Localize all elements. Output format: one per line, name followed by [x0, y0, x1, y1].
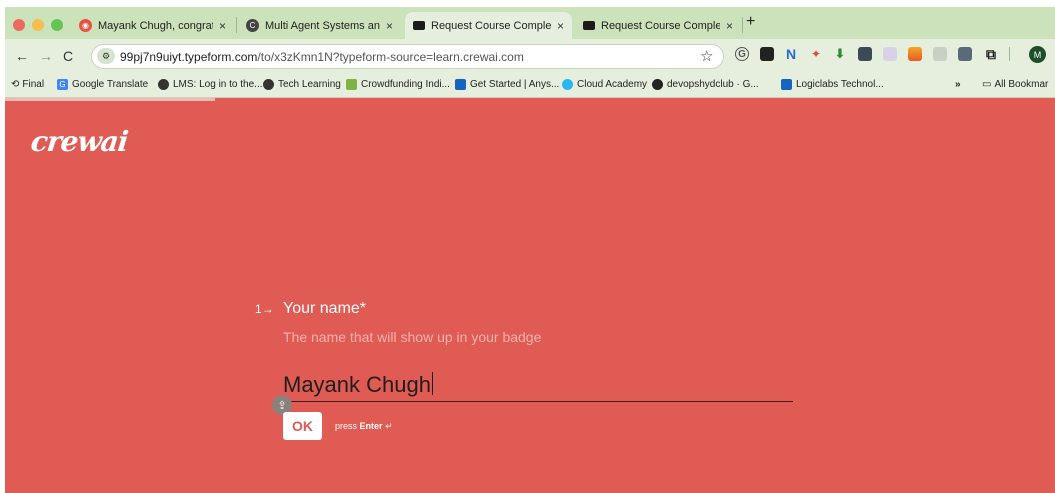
maximize-window-button[interactable]	[51, 19, 63, 31]
extension-megaphone-icon[interactable]: ✦	[809, 47, 823, 61]
tab-close-icon[interactable]: ×	[386, 19, 393, 33]
hint-enter-key: Enter	[359, 421, 383, 431]
folder-icon: ▭	[982, 79, 992, 90]
ok-button[interactable]: OK	[283, 412, 322, 440]
extension-grey-icon[interactable]	[933, 47, 947, 61]
bookmark-logiclabs[interactable]: Logiclabs Technol...	[781, 79, 884, 90]
bookmark-label: Crowdfunding Indi...	[361, 79, 450, 90]
extension-grammar-icon[interactable]: G	[735, 47, 749, 61]
question-number: 1→	[255, 302, 274, 316]
browser-window: ◉ Mayank Chugh, congratulatio × C Multi …	[5, 0, 1055, 493]
bookmark-anys[interactable]: Get Started | Anys...	[455, 79, 559, 90]
tab-title: Mayank Chugh, congratulatio	[98, 19, 213, 32]
bookmark-tech-learning[interactable]: Tech Learning	[263, 79, 341, 90]
url-host: 99pj7n9uiyt.typeform.com	[120, 50, 258, 64]
extension-dark-icon[interactable]	[858, 47, 872, 61]
tab-request-course-completion[interactable]: Request Course Completion ×	[575, 12, 741, 39]
return-key-icon: ↵	[385, 421, 393, 431]
tab-favicon-icon: ◉	[79, 19, 92, 32]
tab-divider	[742, 17, 743, 33]
tab-title: Request Course Completion	[431, 19, 551, 32]
question-title: Your name*	[283, 300, 367, 317]
tab-title: Multi Agent Systems and how	[265, 19, 380, 32]
crewai-logo: crewai	[29, 125, 130, 158]
history-icon: ⟲	[11, 79, 20, 90]
extension-orange-icon[interactable]	[908, 47, 922, 61]
url-path: /to/x3zKmn1N?typeform-source=learn.crewa…	[257, 50, 524, 64]
grid-icon	[455, 79, 466, 90]
all-bookmarks-folder[interactable]: ▭ All Bookmar	[982, 79, 1048, 90]
bookmark-devopshydclub[interactable]: devopshydclub · G...	[652, 79, 759, 90]
github-icon	[652, 79, 663, 90]
tab-multi-agent[interactable]: C Multi Agent Systems and how ×	[238, 12, 401, 39]
bookmark-label: Final	[22, 79, 45, 90]
bookmark-label: Get Started | Anys...	[470, 79, 560, 90]
new-tab-button[interactable]: +	[746, 13, 755, 31]
bookmark-label: devopshydclub · G...	[667, 79, 759, 90]
all-bookmarks-label: All Bookmar	[994, 79, 1049, 90]
reload-icon[interactable]: C	[63, 48, 73, 64]
bookmark-label: Google Translate	[72, 79, 149, 90]
name-input[interactable]	[283, 368, 793, 402]
tab-close-icon[interactable]: ×	[557, 19, 564, 33]
tab-congratulations[interactable]: ◉ Mayank Chugh, congratulatio ×	[71, 12, 234, 39]
globe-icon	[263, 79, 274, 90]
tab-close-icon[interactable]: ×	[219, 19, 226, 33]
window-top-edge	[5, 0, 1055, 7]
site-settings-icon[interactable]: ⚙	[97, 48, 115, 64]
extension-notion-icon[interactable]: N	[784, 46, 798, 62]
bookmark-final[interactable]: ⟲ Final	[11, 79, 44, 90]
extension-download-icon[interactable]: ⬇	[833, 46, 847, 61]
minimize-window-button[interactable]	[32, 19, 44, 31]
question-arrow-icon: →	[261, 302, 274, 316]
bookmark-lms[interactable]: LMS: Log in to the...	[158, 79, 263, 90]
bookmark-label: Tech Learning	[278, 79, 341, 90]
tab-divider	[236, 17, 237, 33]
bookmark-crowdfunding[interactable]: Crowdfunding Indi...	[346, 79, 450, 90]
bookmark-label: Logiclabs Technol...	[796, 79, 884, 90]
hint-press-text: press	[335, 421, 358, 431]
text-caret	[431, 372, 433, 395]
tab-favicon-icon: C	[246, 19, 259, 32]
extension-reader-icon[interactable]	[760, 47, 774, 61]
question-description: The name that will show up in your badge	[283, 329, 542, 345]
profile-avatar[interactable]: M	[1029, 46, 1046, 63]
bookmark-cloud-academy[interactable]: Cloud Academy	[562, 79, 647, 90]
crowdfunding-icon	[346, 79, 357, 90]
tab-favicon-icon	[583, 21, 595, 30]
form-progress-bar	[5, 98, 215, 101]
extension-cat-icon[interactable]	[883, 47, 897, 61]
close-window-button[interactable]	[13, 19, 25, 31]
extensions-puzzle-icon[interactable]: ⧉	[984, 46, 998, 62]
globe-icon	[158, 79, 169, 90]
address-url[interactable]: 99pj7n9uiyt.typeform.com/to/x3zKmn1N?typ…	[120, 50, 524, 64]
forward-arrow-icon[interactable]: →	[39, 48, 53, 64]
back-arrow-icon[interactable]: ←	[15, 48, 29, 64]
question-number-value: 1	[255, 302, 262, 316]
tab-title: Request Course Completion	[601, 19, 720, 32]
extension-blue-grey-icon[interactable]	[958, 47, 972, 61]
tab-close-icon[interactable]: ×	[726, 19, 733, 33]
logiclabs-icon	[781, 79, 792, 90]
tab-request-course-completion-active[interactable]: Request Course Completion ×	[405, 12, 572, 39]
bookmark-star-icon[interactable]: ☆	[700, 47, 713, 65]
bookmark-label: Cloud Academy	[577, 79, 648, 90]
more-bookmarks-chevron-icon[interactable]: »	[955, 79, 961, 90]
bookmark-label: LMS: Log in to the...	[173, 79, 263, 90]
tab-favicon-icon	[413, 21, 425, 30]
enter-hint: press Enter ↵	[335, 421, 393, 432]
snowflake-icon	[562, 79, 573, 90]
toolbar-divider	[1009, 47, 1010, 61]
bookmark-google-translate[interactable]: G Google Translate	[57, 79, 148, 90]
translate-icon: G	[57, 79, 68, 90]
